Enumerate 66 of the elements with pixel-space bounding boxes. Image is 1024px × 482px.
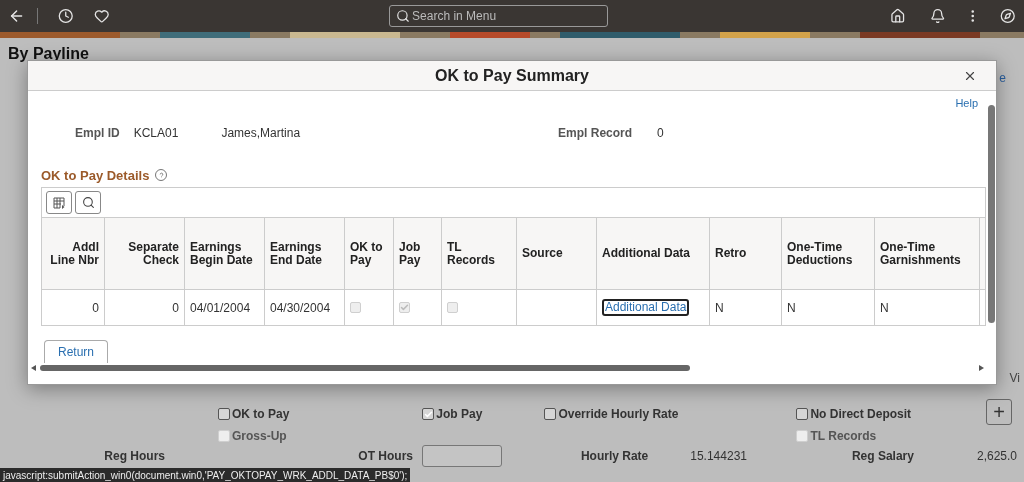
table-cell-text: 0 (172, 299, 179, 317)
field-label: OT Hours (358, 448, 413, 465)
column-header: Job Pay (394, 218, 442, 289)
checkbox-label: OK to Pay (232, 406, 290, 423)
checkbox[interactable] (422, 408, 435, 420)
column-header: Earnings End Date (265, 218, 345, 289)
table-cell-text: 04/30/2004 (270, 299, 331, 317)
column-header: Additional Data (597, 218, 710, 289)
column-header: Retro (710, 218, 782, 289)
table-icon (53, 196, 65, 209)
history-icon[interactable] (58, 7, 74, 25)
hours-field[interactable] (422, 445, 502, 467)
field-label: Empl Record (558, 124, 633, 142)
column-header: Earnings Begin Date (185, 218, 265, 289)
field-value: KCLA01 (133, 124, 179, 142)
home-icon[interactable] (890, 7, 906, 25)
bell-icon[interactable] (929, 7, 945, 25)
grid-settings-button[interactable] (46, 191, 72, 214)
table-cell-text: 0 (92, 299, 99, 317)
column-header: OK to Pay (345, 218, 394, 289)
table-cell-text: N (880, 299, 889, 317)
additional-data-link[interactable]: Additional Data (602, 299, 690, 316)
search-button[interactable] (75, 191, 101, 214)
column-header: Addl Line Nbr (42, 218, 105, 289)
return-button[interactable]: Return (44, 340, 109, 363)
column-header: TL Records (442, 218, 517, 289)
checkbox-label: No Direct Deposit (810, 406, 912, 423)
checkbox-label: Override Hourly Rate (558, 406, 679, 423)
field-label: Reg Salary (851, 448, 914, 465)
page-title: By Payline (8, 44, 89, 64)
modal-title: OK to Pay Summary (435, 65, 589, 86)
checkbox[interactable] (544, 408, 557, 420)
checkbox[interactable] (218, 408, 230, 420)
table-cell-text: 04/01/2004 (190, 299, 251, 317)
help-link[interactable]: Help (955, 95, 978, 112)
table-cell-text: N (787, 299, 796, 317)
heart-icon[interactable] (93, 7, 110, 25)
status-bar: javascript:submitAction_win0(document.win0,'PAY_OKTOPAY_WRK_ADDL_DATA_PB$0'); (0, 468, 411, 482)
checkbox[interactable] (796, 408, 809, 420)
tab-label[interactable]: Vi (1009, 369, 1020, 387)
add-button[interactable]: + (986, 399, 1013, 425)
horizontal-scrollbar[interactable] (31, 363, 984, 373)
table-cell-text: N (715, 299, 724, 317)
compass-icon[interactable] (1000, 7, 1016, 25)
column-header: Source (517, 218, 597, 289)
checkbox-label: Job Pay (436, 406, 483, 423)
search-field[interactable]: Search in Menu (389, 5, 609, 27)
field-label: Empl ID (75, 124, 120, 142)
close-icon (963, 69, 977, 83)
search-icon (81, 196, 95, 209)
scroll-left-icon[interactable] (31, 365, 36, 371)
field-label: Reg Hours (104, 448, 165, 465)
field-value: 2,625.0 (976, 448, 1017, 465)
section-title: OK to Pay Details (41, 166, 150, 185)
link-text[interactable]: e (999, 69, 1006, 87)
field-value: 15.144231 (690, 448, 747, 465)
column-header: One-Time Deductions (782, 218, 875, 289)
scroll-right-icon[interactable] (979, 365, 984, 371)
field-value: 0 (657, 124, 664, 142)
column-header: Separate Check (105, 218, 185, 289)
field-label: Hourly Rate (580, 448, 649, 465)
search-icon (396, 9, 411, 23)
checkbox-label: Gross-Up (232, 428, 287, 445)
employee-name: James,Martina (221, 124, 301, 142)
checkbox-label: TL Records (810, 428, 877, 445)
column-header: One-Time Garnishments (875, 218, 980, 289)
